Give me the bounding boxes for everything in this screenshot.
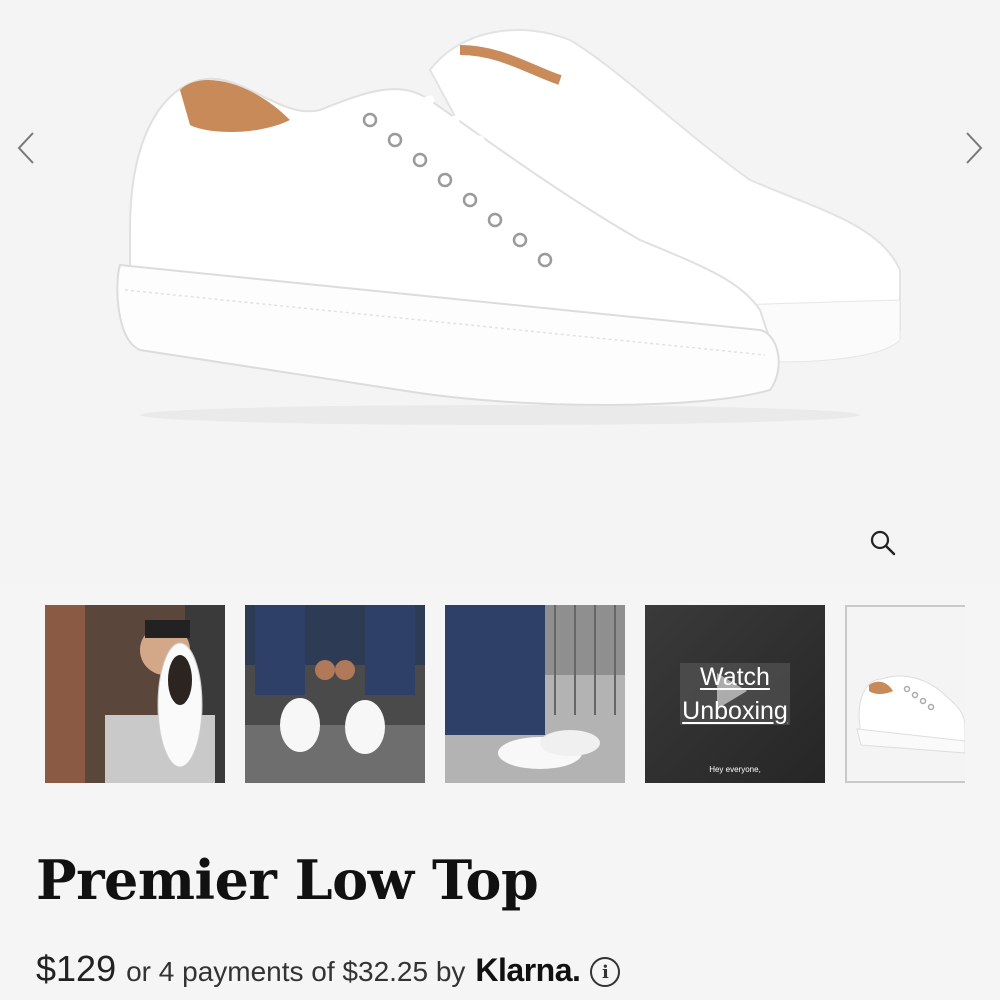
magnifier-icon xyxy=(870,530,896,556)
product-image-gallery xyxy=(0,0,1000,585)
price-row: $129 or 4 payments of $32.25 by Klarna. … xyxy=(36,948,621,996)
installment-text: or 4 payments of $32.25 by xyxy=(126,956,466,987)
zoom-button[interactable] xyxy=(858,518,908,568)
next-image-button[interactable] xyxy=(954,128,994,168)
info-icon[interactable]: i xyxy=(590,957,621,987)
unboxing-label: Unboxing xyxy=(682,697,788,725)
thumbnail-3[interactable] xyxy=(445,605,625,783)
thumbnail-1[interactable] xyxy=(45,605,225,783)
thumbnail-strip: Watch Unboxing Hey everyone, xyxy=(45,605,965,783)
watch-unboxing-link[interactable]: Watch Unboxing xyxy=(645,605,825,783)
thumbnail-selected[interactable] xyxy=(845,605,965,783)
product-price: $129 xyxy=(36,948,117,989)
chevron-left-icon xyxy=(17,132,34,164)
main-product-image xyxy=(116,29,901,425)
watch-label: Watch xyxy=(700,663,770,691)
klarna-logo: Klarna. xyxy=(475,952,581,988)
chevron-right-icon xyxy=(966,132,983,164)
previous-image-button[interactable] xyxy=(6,128,46,168)
video-thumbnail[interactable]: Watch Unboxing Hey everyone, xyxy=(645,605,825,783)
video-caption: Hey everyone, xyxy=(709,765,761,774)
product-title: Premier Low Top xyxy=(36,848,539,912)
thumbnail-2[interactable] xyxy=(245,605,425,783)
